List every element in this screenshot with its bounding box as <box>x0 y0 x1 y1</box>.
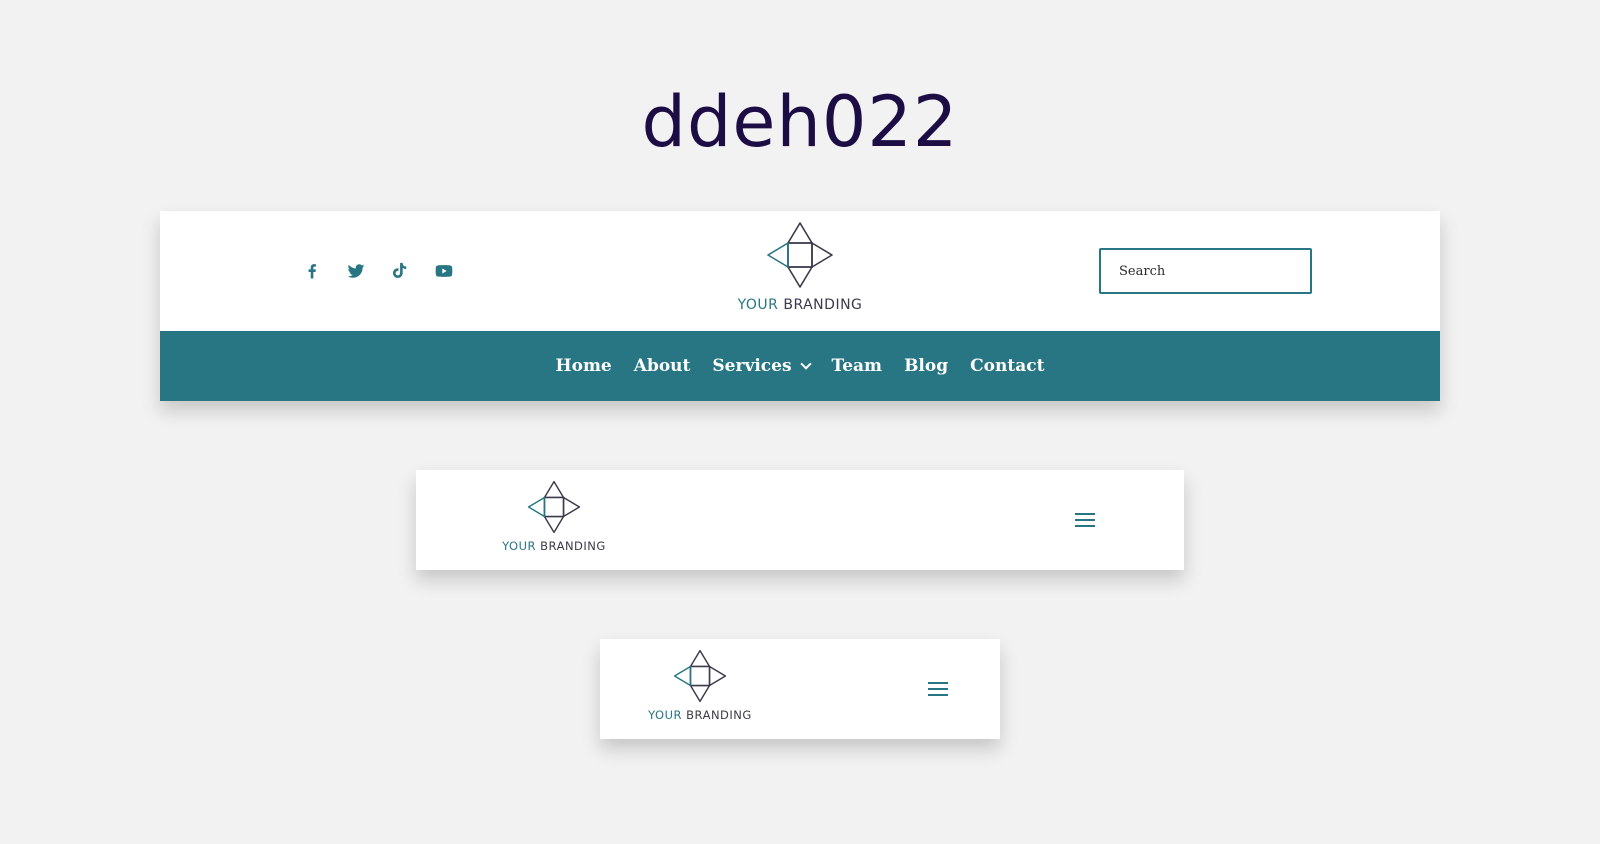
youtube-icon[interactable] <box>422 257 466 285</box>
phone-header: YOUR BRANDING <box>600 639 1000 739</box>
logo-mark-icon <box>527 480 581 534</box>
brand-logo[interactable]: YOUR BRANDING <box>730 221 870 321</box>
nav-item-team[interactable]: Team <box>832 356 883 376</box>
nav-item-contact[interactable]: Contact <box>970 356 1044 376</box>
top-bar: YOUR BRANDING <box>160 211 1440 331</box>
page-title: ddeh022 <box>641 81 959 163</box>
hamburger-menu-icon[interactable] <box>1073 510 1097 530</box>
main-nav: Home About Services Team Blog Contact <box>160 331 1440 401</box>
chevron-down-icon <box>799 358 812 370</box>
nav-item-services[interactable]: Services <box>712 356 812 376</box>
brand-logo[interactable]: YOUR BRANDING <box>498 480 610 562</box>
facebook-icon[interactable] <box>290 257 334 285</box>
nav-item-blog[interactable]: Blog <box>904 356 948 376</box>
social-icons <box>290 257 466 285</box>
hamburger-menu-icon[interactable] <box>926 679 950 699</box>
nav-item-home[interactable]: Home <box>556 356 612 376</box>
logo-mark-icon <box>673 649 727 703</box>
logo-text: YOUR BRANDING <box>648 708 752 722</box>
brand-logo[interactable]: YOUR BRANDING <box>644 649 756 731</box>
search-input[interactable] <box>1099 248 1312 294</box>
tiktok-icon[interactable] <box>378 257 422 285</box>
desktop-header: YOUR BRANDING Home About Services Team B… <box>160 211 1440 401</box>
twitter-icon[interactable] <box>334 257 378 285</box>
nav-item-about[interactable]: About <box>634 356 691 376</box>
logo-text: YOUR BRANDING <box>502 539 606 553</box>
logo-mark-icon <box>767 222 833 288</box>
tablet-header: YOUR BRANDING <box>416 470 1184 570</box>
nav-item-services-label: Services <box>712 356 792 376</box>
logo-text: YOUR BRANDING <box>737 297 863 313</box>
